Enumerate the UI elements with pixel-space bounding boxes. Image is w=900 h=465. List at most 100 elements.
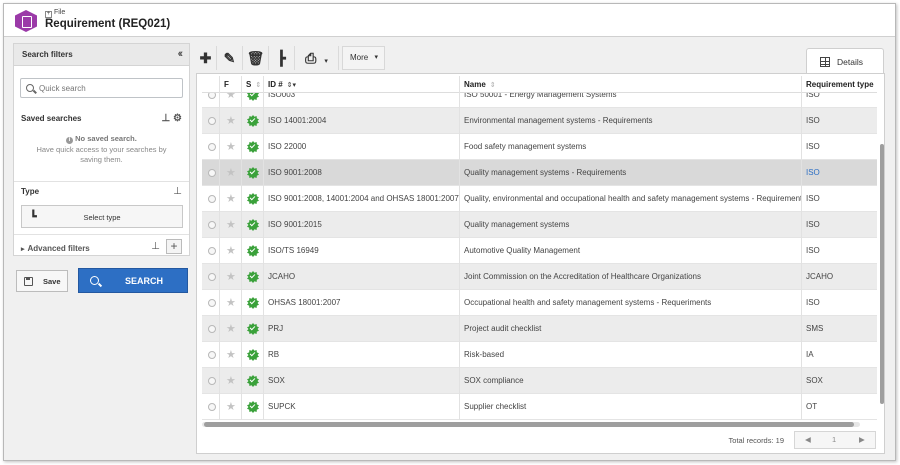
table-row[interactable]: ★ RB Risk-based IA [202, 342, 877, 368]
column-header-s[interactable]: S ⇕ [242, 76, 264, 93]
quick-search-box[interactable] [20, 78, 183, 98]
favorite-cell[interactable]: ★ [220, 368, 242, 394]
row-radio[interactable] [208, 143, 216, 151]
star-icon[interactable]: ★ [226, 290, 236, 316]
add-button[interactable]: ✚ [195, 46, 217, 70]
row-radio[interactable] [208, 273, 216, 281]
table-row[interactable]: ★ PRJ Project audit checklist SMS [202, 316, 877, 342]
more-menu-button[interactable]: More [342, 46, 385, 70]
table-row[interactable]: ★ SOX SOX compliance SOX [202, 368, 877, 394]
favorite-cell[interactable]: ★ [220, 264, 242, 290]
column-header-f[interactable]: F [220, 76, 242, 93]
table-row[interactable]: ★ ISO 9001:2008 Quality management systems… [202, 160, 877, 186]
pin-icon[interactable]: ⊥ [162, 113, 171, 124]
row-select-cell[interactable] [202, 186, 220, 212]
star-icon[interactable]: ★ [226, 93, 236, 108]
table-row[interactable]: ★ JCAHO Joint Commission on the Accreditat… [202, 264, 877, 290]
row-select-cell[interactable] [202, 134, 220, 160]
row-radio[interactable] [208, 247, 216, 255]
favorite-cell[interactable]: ★ [220, 316, 242, 342]
table-row[interactable]: ★ ISO 9001:2015 Quality management systems… [202, 212, 877, 238]
row-radio[interactable] [208, 169, 216, 177]
advanced-filters-toggle[interactable]: Advanced filters [21, 244, 90, 253]
row-radio[interactable] [208, 93, 216, 99]
row-radio[interactable] [208, 195, 216, 203]
row-select-cell[interactable] [202, 394, 220, 420]
favorite-cell[interactable]: ★ [220, 212, 242, 238]
row-radio[interactable] [208, 351, 216, 359]
row-select-cell[interactable] [202, 264, 220, 290]
table-row[interactable]: ★ ISO 14001:2004 Environmental management … [202, 108, 877, 134]
star-icon[interactable]: ★ [226, 342, 236, 368]
add-filter-button[interactable]: + [166, 239, 182, 254]
star-icon[interactable]: ★ [226, 316, 236, 342]
star-icon[interactable]: ★ [226, 186, 236, 212]
delete-button[interactable]: 🗑 [243, 46, 269, 70]
favorite-cell[interactable]: ★ [220, 186, 242, 212]
type-pin-icon[interactable]: ⊥ [173, 186, 182, 197]
table-row[interactable]: ★ ISO/TS 16949 Automotive Quality Manageme… [202, 238, 877, 264]
row-radio[interactable] [208, 221, 216, 229]
favorite-cell[interactable]: ★ [220, 134, 242, 160]
row-select-cell[interactable] [202, 368, 220, 394]
row-radio[interactable] [208, 299, 216, 307]
gear-icon[interactable]: ⚙ [173, 113, 182, 124]
type-cell: ISO [806, 246, 820, 255]
column-header-type[interactable]: Requirement type [802, 76, 877, 93]
star-icon[interactable]: ★ [226, 160, 236, 186]
row-radio[interactable] [208, 403, 216, 411]
star-icon[interactable]: ★ [226, 108, 236, 134]
tree-view-button[interactable]: ┣ [269, 46, 295, 70]
row-select-cell[interactable] [202, 93, 220, 108]
row-select-cell[interactable] [202, 342, 220, 368]
favorite-cell[interactable]: ★ [220, 93, 242, 108]
advanced-pin-icon[interactable]: ⊥ [151, 241, 160, 252]
favorite-cell[interactable]: ★ [220, 160, 242, 186]
prev-page-icon[interactable]: ◀ [805, 435, 811, 444]
edit-button[interactable]: ✎ [217, 46, 243, 70]
horizontal-scrollbar[interactable] [202, 422, 860, 427]
favorite-cell[interactable]: ★ [220, 342, 242, 368]
row-radio[interactable] [208, 377, 216, 385]
star-icon[interactable]: ★ [226, 212, 236, 238]
row-select-cell[interactable] [202, 108, 220, 134]
row-select-cell[interactable] [202, 238, 220, 264]
star-icon[interactable]: ★ [226, 368, 236, 394]
row-radio[interactable] [208, 325, 216, 333]
row-select-cell[interactable] [202, 160, 220, 186]
favorite-cell[interactable]: ★ [220, 394, 242, 420]
favorite-cell[interactable]: ★ [220, 108, 242, 134]
file-menu[interactable]: + File [45, 9, 65, 18]
window-title: Requirement (REQ021) [45, 18, 171, 30]
row-select-cell[interactable] [202, 316, 220, 342]
search-button[interactable]: SEARCH [78, 268, 188, 293]
star-icon[interactable]: ★ [226, 238, 236, 264]
sort-icon: ⇕ [255, 82, 262, 89]
favorite-cell[interactable]: ★ [220, 290, 242, 316]
vertical-scrollbar[interactable] [880, 144, 884, 404]
column-header-id[interactable]: ID # ⇕▾ [264, 76, 460, 93]
quick-search-input[interactable] [39, 82, 179, 95]
table-row[interactable]: ★ OHSAS 18001:2007 Occupational health and… [202, 290, 877, 316]
print-button[interactable]: ⎙ ▾ [295, 46, 339, 70]
table-row[interactable]: ★ SUPCK Supplier checklist OT [202, 394, 877, 420]
horizontal-scroll-thumb[interactable] [204, 422, 854, 427]
row-select-cell[interactable] [202, 212, 220, 238]
favorite-cell[interactable]: ★ [220, 238, 242, 264]
table-row[interactable]: ★ ISO 9001:2008, 14001:2004 and OHSAS 180… [202, 186, 877, 212]
collapse-double-chevron-icon[interactable]: ‹‹ [178, 48, 184, 60]
column-header-name[interactable]: Name ⇕ [460, 76, 802, 93]
row-select-cell[interactable] [202, 290, 220, 316]
star-icon[interactable]: ★ [226, 264, 236, 290]
tab-details[interactable]: Details [806, 48, 884, 74]
next-page-icon[interactable]: ▶ [859, 435, 865, 444]
save-button[interactable]: Save [16, 270, 68, 292]
table-row[interactable]: ★ ISO 22000 Food safety management systems… [202, 134, 877, 160]
chevron-down-icon: ▾ [324, 58, 328, 65]
row-radio[interactable] [208, 117, 216, 125]
star-icon[interactable]: ★ [226, 394, 236, 420]
type-cell[interactable]: ISO [802, 160, 877, 186]
table-row[interactable]: ★ ISO003 ISO 50001 - Energy Management Sys… [202, 93, 877, 108]
select-type-button[interactable]: ┗ Select type [21, 205, 183, 228]
star-icon[interactable]: ★ [226, 134, 236, 160]
